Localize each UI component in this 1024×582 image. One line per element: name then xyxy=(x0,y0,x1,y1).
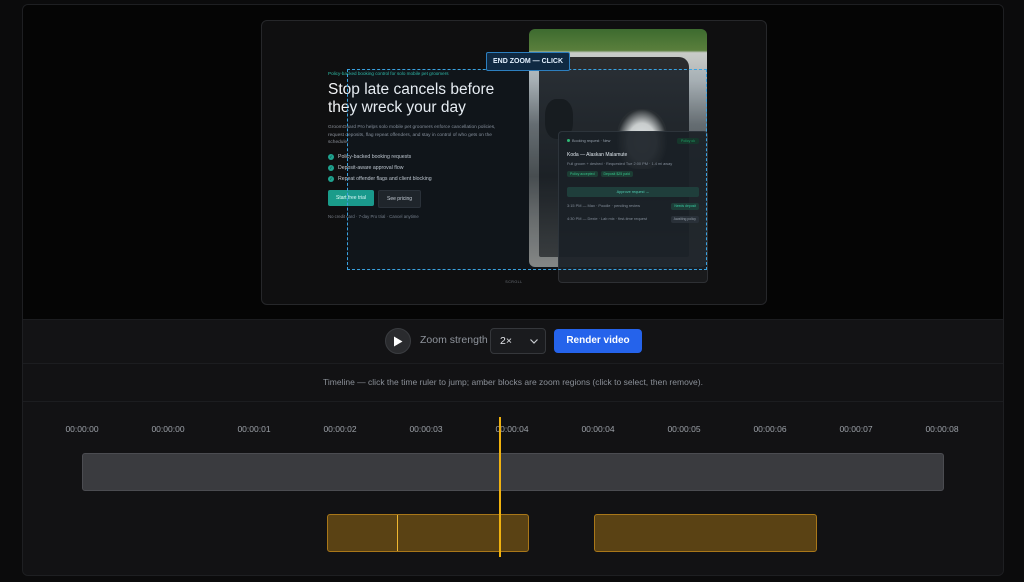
status-dot-icon xyxy=(567,139,570,142)
feature-item: ✓ Repeat offender flags and client blocki… xyxy=(328,175,508,182)
playback-controls: Zoom strength 2× Render video xyxy=(23,319,1003,364)
zoom-region-block[interactable] xyxy=(593,514,818,552)
list-item: 4:30 PM — Dexie · Lab mix · first-time r… xyxy=(567,216,699,223)
chevron-down-icon xyxy=(530,338,538,344)
video-preview: Policy-backed booking control for solo m… xyxy=(23,5,1003,319)
fine-print: No credit card · 7-day Pro trial · Cance… xyxy=(328,213,419,219)
list-item: 3:15 PM — Max · Poodle · pending review … xyxy=(567,203,699,210)
zoom-strength-label: Zoom strength xyxy=(420,334,488,346)
time-tick[interactable]: 00:00:08 xyxy=(925,424,958,434)
start-trial-button[interactable]: Start free trial xyxy=(328,189,375,206)
zoom-region-marker xyxy=(396,515,398,551)
row-badge: Needs deposit xyxy=(671,203,699,210)
card-subtitle: Full groom + deshed · Requested Tue 2:00… xyxy=(567,161,673,166)
card-tags: Policy accepted Deposit $25 paid xyxy=(567,171,699,177)
feature-label: Deposit-aware approval flow xyxy=(338,164,404,171)
card-header-text: Booking request · New xyxy=(572,139,611,143)
time-tick[interactable]: 00:00:06 xyxy=(753,424,786,434)
booking-request-card: Booking request · New Policy ok Koda — A… xyxy=(558,131,708,283)
zoom-strength-value: 2× xyxy=(500,335,512,347)
row-badge: Awaiting policy xyxy=(670,216,699,223)
check-icon: ✓ xyxy=(328,164,334,171)
row-text: 4:30 PM — Dexie · Lab mix · first-time r… xyxy=(567,216,647,221)
timeline[interactable]: 00:00:00 00:00:00 00:00:01 00:00:02 00:00:03… xyxy=(23,402,1003,575)
tag: Deposit $25 paid xyxy=(600,171,633,177)
video-track[interactable] xyxy=(82,453,944,491)
feature-label: Policy-backed booking requests xyxy=(338,153,412,160)
check-icon: ✓ xyxy=(328,175,334,182)
feature-item: ✓ Policy-backed booking requests xyxy=(328,153,508,160)
cta-group: Start free trial See pricing xyxy=(328,189,508,208)
see-pricing-button[interactable]: See pricing xyxy=(378,189,422,208)
tag: Policy accepted xyxy=(567,171,598,177)
headline-line-2: they wreck your day xyxy=(328,99,466,116)
hero-body: GroomGuard Pro helps solo mobile pet gro… xyxy=(328,125,496,145)
feature-label: Repeat offender flags and client blockin… xyxy=(338,175,432,182)
time-tick[interactable]: 00:00:00 xyxy=(151,424,184,434)
status-pill: Policy ok xyxy=(676,138,699,144)
scroll-hint: SCROLL xyxy=(505,280,523,284)
hero-section: Policy-backed booking control for solo m… xyxy=(328,71,508,219)
time-tick[interactable]: 00:00:05 xyxy=(667,424,700,434)
time-tick[interactable]: 00:00:02 xyxy=(323,424,356,434)
time-tick[interactable]: 00:00:04 xyxy=(581,424,614,434)
time-tick[interactable]: 00:00:07 xyxy=(839,424,872,434)
time-tick[interactable]: 00:00:01 xyxy=(237,424,270,434)
end-zoom-button[interactable]: END ZOOM — CLICK xyxy=(486,52,570,71)
play-button[interactable] xyxy=(385,328,411,354)
row-text: 3:15 PM — Max · Poodle · pending review xyxy=(567,203,641,208)
editor-app: Policy-backed booking control for solo m… xyxy=(22,4,1004,576)
card-header-label: Booking request · New xyxy=(567,139,610,143)
preview-frame: Policy-backed booking control for solo m… xyxy=(261,20,767,305)
zoom-strength-select[interactable]: 2× xyxy=(490,328,546,354)
time-tick[interactable]: 00:00:00 xyxy=(65,424,98,434)
feature-item: ✓ Deposit-aware approval flow xyxy=(328,164,508,171)
card-header: Booking request · New Policy ok xyxy=(567,138,699,144)
render-video-button[interactable]: Render video xyxy=(554,329,642,353)
play-icon xyxy=(394,336,403,346)
approve-request-button[interactable]: Approve request → xyxy=(567,187,699,197)
headline-line-1: Stop late cancels before xyxy=(328,81,495,98)
check-icon: ✓ xyxy=(328,153,334,160)
hero-headline: Stop late cancels before they wreck your… xyxy=(328,81,508,117)
time-tick[interactable]: 00:00:03 xyxy=(409,424,442,434)
playhead[interactable] xyxy=(499,417,501,557)
hero-eyebrow: Policy-backed booking control for solo m… xyxy=(328,71,449,76)
card-title: Koda — Alaskan Malamute xyxy=(567,152,628,158)
timeline-hint: Timeline — click the time ruler to jump;… xyxy=(23,363,1003,402)
